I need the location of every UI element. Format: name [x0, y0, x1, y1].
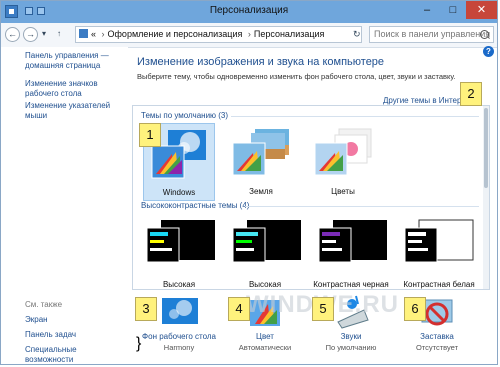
- hc2-preview: [232, 220, 301, 263]
- setting-label[interactable]: Заставка: [394, 332, 480, 341]
- up-button[interactable]: ↑: [57, 29, 61, 38]
- back-button[interactable]: ←: [5, 27, 20, 42]
- theme-flowers[interactable]: Цветы: [307, 123, 379, 201]
- sidebar-link-mouse-pointers[interactable]: Изменение указателей мыши: [25, 101, 125, 121]
- high-contrast-heading: Высококонтрастные темы (4): [141, 201, 250, 210]
- control-panel-small-icon: [79, 29, 88, 38]
- theme-name: Высокая контрастность 2: [248, 280, 282, 289]
- breadcrumb-item[interactable]: Персонализация: [254, 29, 325, 39]
- theme-list[interactable]: Темы по умолчанию (3) Windows Земля Цвет…: [132, 105, 490, 290]
- theme-name: Контрастная белая: [403, 280, 475, 289]
- setting-value: Отсутствует: [415, 343, 459, 352]
- callout-4: 4: [228, 297, 250, 321]
- search-icon[interactable]: [480, 30, 489, 39]
- breadcrumb[interactable]: « › Оформление и персонализация › Персонал…: [75, 26, 362, 43]
- default-themes-heading: Темы по умолчанию (3): [141, 111, 229, 120]
- hc-white-preview: [404, 219, 474, 263]
- callout-5: 5: [312, 297, 334, 321]
- earth-theme-preview: [232, 129, 289, 176]
- personalization-window: Персонализация – □ ✕ ← → ▾ ↑ « › Оформлен…: [0, 0, 498, 365]
- theme-name: Цветы: [331, 187, 355, 196]
- theme-name: Земля: [249, 187, 273, 196]
- sidebar-link-display[interactable]: Экран: [25, 315, 125, 325]
- callout-2: 2: [460, 82, 482, 106]
- setting-label[interactable]: Фон рабочего стола: [136, 332, 222, 341]
- hc1-preview: [146, 220, 215, 263]
- page-description: Выберите тему, чтобы одновременно измени…: [137, 72, 456, 81]
- minimize-button[interactable]: –: [414, 1, 440, 19]
- close-button[interactable]: ✕: [466, 1, 497, 19]
- breadcrumb-overflow-icon[interactable]: «: [91, 29, 96, 39]
- setting-value: Harmony: [163, 343, 195, 352]
- theme-high-contrast-white[interactable]: Контрастная белая: [397, 218, 481, 289]
- theme-earth[interactable]: Земля: [225, 123, 297, 201]
- theme-name: Windows: [162, 188, 196, 197]
- sidebar-home-link[interactable]: Панель управления — домашняя страница: [25, 51, 125, 71]
- search-input[interactable]: Поиск в панели управления: [369, 26, 494, 43]
- setting-label[interactable]: Звуки: [308, 332, 394, 341]
- breadcrumb-item[interactable]: Оформление и персонализация: [108, 29, 243, 39]
- setting-value: По умолчанию: [325, 343, 377, 352]
- hc-black-preview: [318, 220, 387, 263]
- refresh-icon[interactable]: ↻: [353, 29, 361, 40]
- theme-list-scrollbar[interactable]: [483, 106, 489, 289]
- theme-high-contrast-1[interactable]: Высокая контрастность 1: [139, 218, 219, 289]
- setting-label[interactable]: Цвет: [222, 332, 308, 341]
- sidebar-link-accessibility[interactable]: Специальные возможности: [25, 345, 125, 364]
- see-also-heading: См. также: [25, 300, 63, 309]
- recent-pages-icon[interactable]: ▾: [42, 29, 46, 38]
- callout-1: 1: [139, 123, 161, 147]
- page-title: Изменение изображения и звука на компьют…: [137, 56, 385, 68]
- theme-high-contrast-2[interactable]: Высокая контрастность 2: [225, 218, 305, 289]
- forward-button[interactable]: →: [23, 27, 38, 42]
- title-bar[interactable]: Персонализация – □ ✕: [1, 1, 497, 23]
- address-bar: ← → ▾ ↑ « › Оформление и персонализация ›…: [1, 23, 497, 48]
- scrollbar-thumb[interactable]: [484, 108, 488, 188]
- sidebar: Панель управления — домашняя страница Из…: [1, 47, 128, 364]
- theme-high-contrast-black[interactable]: Контрастная черная: [311, 218, 391, 289]
- sidebar-link-taskbar[interactable]: Панель задач: [25, 330, 125, 340]
- search-placeholder: Поиск в панели управления: [374, 29, 491, 39]
- flowers-theme-preview: [314, 128, 372, 176]
- theme-name: Высокая контрастность 1: [162, 280, 196, 289]
- theme-name: Контрастная черная: [313, 280, 389, 289]
- callout-3: 3: [135, 297, 157, 321]
- callout-6: 6: [404, 297, 426, 321]
- sidebar-link-desktop-icons[interactable]: Изменение значков рабочего стола: [25, 79, 125, 99]
- maximize-button[interactable]: □: [440, 1, 466, 19]
- setting-value: Автоматически: [238, 343, 292, 352]
